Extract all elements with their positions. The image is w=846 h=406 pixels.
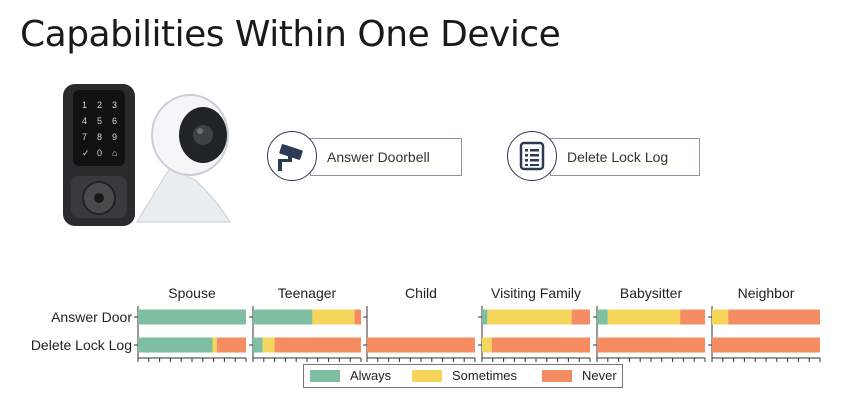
capability-delete-lock-log: Delete Lock Log: [507, 131, 700, 181]
panel-title: Teenager: [278, 285, 337, 301]
legend-label: Always: [350, 368, 392, 383]
bar-always: [138, 337, 213, 353]
svg-text:0: 0: [97, 148, 102, 158]
bar-sometimes: [212, 337, 217, 353]
capability-answer-doorbell: Answer Doorbell: [267, 131, 462, 181]
panel-title: Visiting Family: [491, 285, 581, 301]
svg-text:2: 2: [97, 100, 102, 110]
security-camera-device-icon: [136, 94, 231, 223]
panel-title: Babysitter: [620, 285, 683, 301]
legend-swatch-never: [542, 370, 572, 382]
bar-never: [367, 337, 475, 353]
legend-label: Sometimes: [452, 368, 518, 383]
svg-text:3: 3: [112, 100, 117, 110]
panel-title: Spouse: [168, 285, 216, 301]
bar-always: [482, 309, 488, 325]
bar-sometimes: [487, 309, 572, 325]
bar-always: [253, 309, 313, 325]
log-list-icon: [507, 131, 557, 181]
legend-swatch-sometimes: [412, 370, 442, 382]
bar-always: [138, 309, 246, 325]
bar-sometimes: [482, 337, 492, 353]
bar-sometimes: [607, 309, 681, 325]
svg-text:4: 4: [82, 116, 87, 126]
bar-never: [571, 309, 590, 325]
devices-illustration: 123 456 789 ✓ 0 ⌂: [63, 84, 231, 226]
chart-legend: Always Sometimes Never: [303, 364, 623, 388]
bar-never: [274, 337, 361, 353]
capability-label: Delete Lock Log: [567, 149, 669, 165]
bar-never: [354, 309, 361, 325]
bar-never: [712, 337, 820, 353]
bar-never: [680, 309, 705, 325]
security-camera-icon: [267, 131, 317, 181]
svg-text:6: 6: [112, 116, 117, 126]
legend-swatch-always: [310, 370, 340, 382]
bar-always: [253, 337, 263, 353]
row-label: Delete Lock Log: [31, 337, 132, 353]
bar-always: [597, 309, 608, 325]
bar-sometimes: [262, 337, 275, 353]
svg-text:✓: ✓: [82, 148, 90, 158]
bar-never: [491, 337, 590, 353]
row-label: Answer Door: [51, 309, 132, 325]
bar-never: [597, 337, 705, 353]
panel-title: Child: [405, 285, 437, 301]
legend-label: Never: [582, 368, 617, 383]
bar-never: [216, 337, 246, 353]
svg-text:5: 5: [97, 116, 102, 126]
smart-lock-icon: 123 456 789 ✓ 0 ⌂: [63, 84, 135, 226]
bar-never: [728, 309, 820, 325]
svg-text:7: 7: [82, 132, 87, 142]
bar-sometimes: [712, 309, 729, 325]
svg-text:⌂: ⌂: [112, 148, 117, 158]
svg-text:9: 9: [112, 132, 117, 142]
capability-label: Answer Doorbell: [327, 149, 430, 165]
slide-title: Capabilities Within One Device: [20, 14, 561, 55]
svg-text:8: 8: [97, 132, 102, 142]
svg-text:1: 1: [82, 100, 87, 110]
bar-sometimes: [312, 309, 355, 325]
panel-title: Neighbor: [738, 285, 795, 301]
